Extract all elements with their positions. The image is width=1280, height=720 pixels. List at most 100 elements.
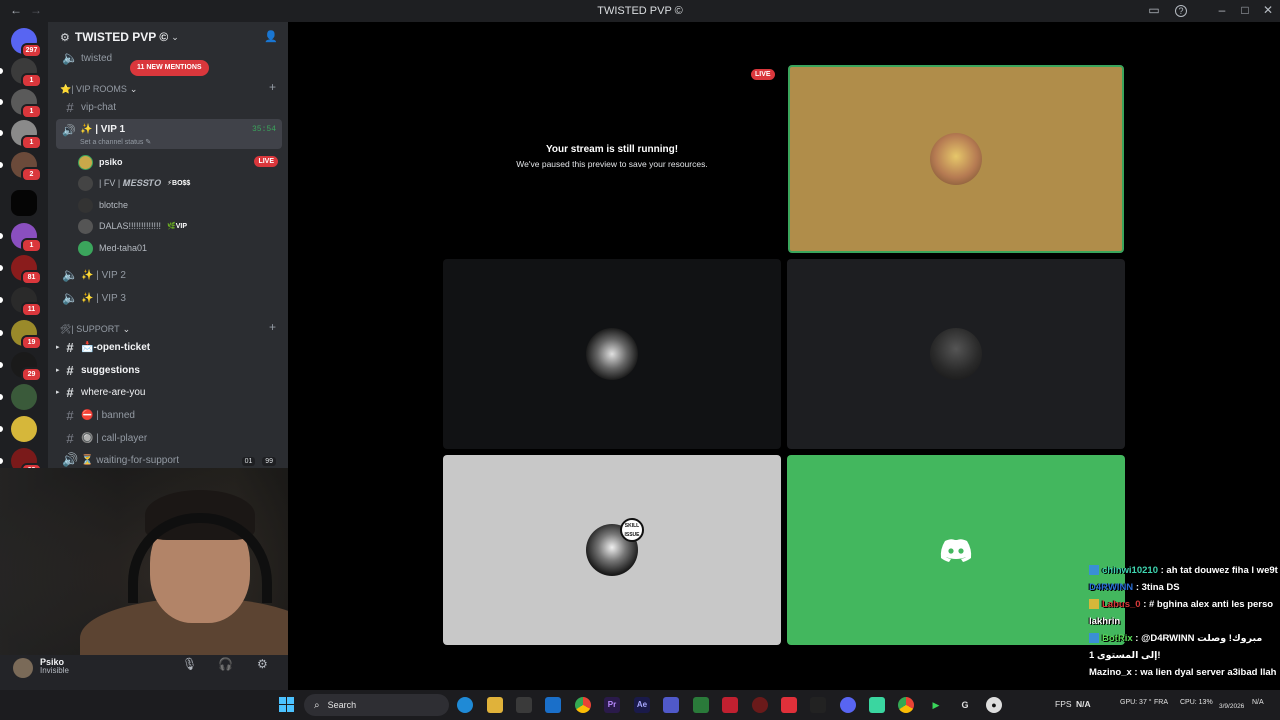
channel-call-player[interactable]: # 🔘 | call-player: [56, 427, 282, 449]
app-icon[interactable]: [781, 697, 797, 713]
fps-value: N/A: [1076, 699, 1091, 709]
chrome-icon[interactable]: [898, 697, 914, 713]
server-icon[interactable]: 29: [0, 352, 42, 382]
avatar: [78, 240, 93, 256]
channel-label: ✨ | VIP 2: [81, 269, 126, 281]
server-icon[interactable]: 11: [0, 287, 42, 317]
participant-tile[interactable]: [787, 455, 1125, 645]
participant-tile[interactable]: [443, 259, 781, 449]
hash-icon: #: [66, 384, 74, 400]
app-icon[interactable]: [693, 697, 709, 713]
speaker-icon: 🔈: [62, 290, 79, 305]
participant-tile[interactable]: [787, 259, 1125, 449]
inbox-icon[interactable]: ▭: [1146, 3, 1162, 17]
settings-gear-icon[interactable]: ⚙: [257, 657, 268, 671]
discord-icon[interactable]: [840, 697, 856, 713]
voice-channel-waiting[interactable]: 🔊 ⏳ waiting-for-support 01 99: [56, 449, 282, 468]
server-icon[interactable]: 2: [0, 152, 42, 182]
server-icon[interactable]: 1: [0, 58, 42, 88]
category-support[interactable]: 🛠| SUPPORT ⌄: [60, 324, 130, 335]
chat-username: D4RWINN: [1089, 582, 1134, 593]
unread-arrow-icon: ▸: [56, 367, 60, 374]
edge-icon[interactable]: [457, 697, 473, 713]
title-bar: ← → TWISTED PVP © ▭ ? – □ ✕: [0, 0, 1280, 22]
speaker-icon: 🔈: [62, 50, 79, 65]
server-badge: 81: [21, 270, 42, 285]
clock-date[interactable]: 3/9/2026: [1219, 703, 1244, 710]
channel-label: ✨ | VIP 3: [81, 292, 126, 304]
app-icon[interactable]: ▶: [928, 697, 944, 713]
server-icon[interactable]: 1: [0, 120, 42, 150]
server-icon[interactable]: [11, 190, 37, 216]
channel-label: vip-chat: [81, 101, 117, 113]
app-icon[interactable]: [752, 697, 768, 713]
microphone-icon[interactable]: 🎙: [182, 657, 197, 671]
server-icon[interactable]: 1: [0, 223, 42, 253]
taskbar-search[interactable]: ⌕ Search: [304, 694, 449, 716]
voice-user[interactable]: | FV | 𝑴𝑬𝑺𝑺𝑻𝑶 ⚡BO$$: [78, 173, 278, 193]
voice-user-name: Med-taha01: [99, 243, 148, 253]
teams-icon[interactable]: [663, 697, 679, 713]
chevron-down-icon: ⌄: [129, 84, 138, 94]
server-badge: 1: [21, 135, 42, 150]
add-channel-icon[interactable]: +: [269, 80, 276, 94]
hash-icon: #: [66, 407, 74, 423]
channel-label: ⏳ waiting-for-support: [81, 454, 180, 466]
category-vip-rooms[interactable]: ⭐| VIP ROOMS ⌄: [60, 84, 137, 95]
premiere-icon[interactable]: Pr: [604, 697, 620, 713]
app-icon[interactable]: [869, 697, 885, 713]
obs-icon[interactable]: ●: [986, 697, 1002, 713]
voice-user[interactable]: psiko LIVE: [78, 152, 278, 172]
minimize-button[interactable]: –: [1214, 3, 1230, 17]
channel-open-ticket[interactable]: ▸ # 📩-open-ticket: [56, 336, 282, 358]
help-icon[interactable]: ?: [1175, 5, 1187, 17]
server-gear-icon: ⚙: [60, 31, 70, 44]
discord-logo-icon: [940, 539, 972, 562]
channel-banned[interactable]: # ⛔ | banned: [56, 404, 282, 426]
paused-title: Your stream is still running!: [545, 144, 679, 155]
maximize-button[interactable]: □: [1237, 3, 1253, 17]
channel-status[interactable]: Set a channel status ✎: [80, 138, 151, 146]
participant-tile-speaking[interactable]: [788, 65, 1124, 253]
server-icon[interactable]: 81: [0, 255, 42, 285]
server-icon[interactable]: 1: [0, 89, 42, 119]
app-icon[interactable]: [722, 697, 738, 713]
start-windows-icon[interactable]: [279, 697, 294, 712]
server-badge: 11: [21, 302, 42, 317]
store-icon[interactable]: [516, 697, 532, 713]
voice-channel-vip-3[interactable]: 🔈 ✨ | VIP 3: [56, 287, 282, 309]
chrome-icon[interactable]: [575, 697, 591, 713]
home-button[interactable]: 297: [11, 28, 42, 58]
add-channel-icon[interactable]: +: [269, 320, 276, 334]
language-indicator[interactable]: FRA: [1154, 699, 1168, 706]
add-member-icon[interactable]: 👤: [264, 30, 278, 43]
file-explorer-icon[interactable]: [487, 697, 503, 713]
new-mentions-pill[interactable]: 11 NEW MENTIONS: [130, 60, 209, 76]
webcam-overlay: [0, 468, 336, 658]
channel-vip-chat[interactable]: # vip-chat: [56, 96, 282, 118]
server-icon[interactable]: 19: [0, 320, 42, 350]
after-effects-icon[interactable]: Ae: [634, 697, 650, 713]
paused-subtitle: We've paused this preview to save your r…: [516, 159, 708, 169]
live-badge: LIVE: [751, 69, 775, 80]
channel-suggestions[interactable]: ▸ # suggestions: [56, 359, 282, 381]
voice-user[interactable]: DALAS!!!!!!!!!!!!! 🌿VIP: [78, 216, 278, 236]
speaker-icon: 🔈: [62, 267, 79, 282]
user-count: 01: [241, 456, 256, 466]
close-button[interactable]: ✕: [1260, 3, 1276, 17]
voice-channel-vip-2[interactable]: 🔈 ✨ | VIP 2: [56, 264, 282, 286]
avatar[interactable]: [13, 658, 33, 678]
app-icon[interactable]: G: [957, 697, 973, 713]
outlook-icon[interactable]: [545, 697, 561, 713]
voice-user-name: DALAS!!!!!!!!!!!!!: [99, 221, 162, 231]
windows-taskbar: ⌕ Search Pr Ae ▶ G ● FPS N/A GPU: 37 ° F…: [0, 690, 1280, 720]
headphones-icon[interactable]: 🎧: [218, 657, 233, 671]
channel-where-are-you[interactable]: ▸ # where-are-you: [56, 381, 282, 403]
voice-user[interactable]: Med-taha01: [78, 238, 278, 258]
server-icon[interactable]: [0, 416, 37, 442]
voice-user[interactable]: blotche: [78, 195, 278, 215]
voice-channel-vip-1[interactable]: 🔊 ✨ | VIP 1 35:54 Set a channel status ✎: [56, 119, 282, 149]
participant-tile[interactable]: SKILL ISSUE: [443, 455, 781, 645]
tradingview-icon[interactable]: [810, 697, 826, 713]
server-icon[interactable]: [0, 384, 37, 410]
